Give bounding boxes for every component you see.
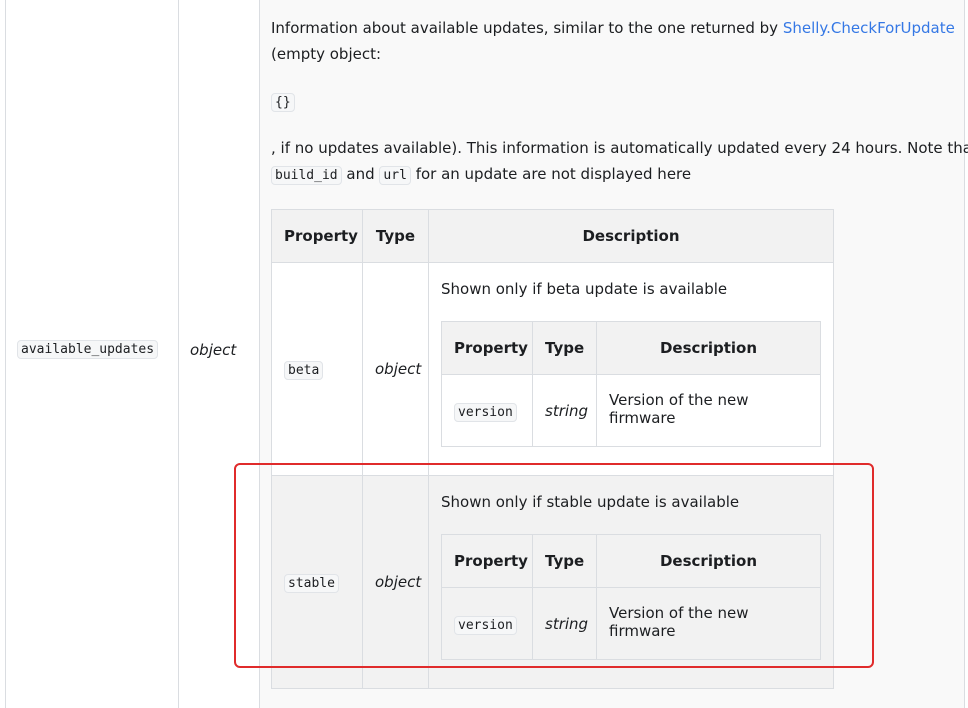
table-row: beta object Shown only if beta update is…	[271, 262, 834, 476]
code-build-id: build_id	[271, 166, 342, 185]
type-object: object	[375, 360, 422, 378]
sub-description: Version of the new firmware	[596, 374, 821, 447]
header-property: Property	[271, 209, 363, 263]
sub-table: Property Type Description version string…	[441, 321, 821, 447]
row-description: Shown only if beta update is available	[441, 280, 728, 298]
description-text: Information about available updates, sim…	[271, 19, 783, 37]
description-line-3: , if no updates available). This informa…	[271, 139, 968, 157]
description-line-1: Information about available updates, sim…	[271, 19, 955, 37]
field-type: object	[190, 341, 237, 359]
sub-table-row: version string Version of the new firmwa…	[441, 374, 821, 447]
sub-header-description: Description	[596, 321, 821, 375]
column-divider	[178, 0, 179, 708]
field-name: available_updates	[17, 340, 159, 359]
code-url: url	[379, 166, 411, 185]
description-line-4: build_id and url for an update are not d…	[271, 165, 692, 185]
description-text-end: for an update are not displayed here	[415, 165, 692, 183]
property-beta: beta	[284, 361, 324, 380]
check-for-update-link[interactable]: Shelly.CheckForUpdate	[783, 19, 955, 37]
table-header-row: Property Type Description	[271, 209, 834, 263]
and-text: and	[346, 165, 375, 183]
code-block: {}	[271, 92, 295, 112]
sub-header-property: Property	[441, 321, 533, 375]
property-version: version	[454, 402, 517, 422]
highlight-box	[234, 463, 874, 668]
description-line-2: (empty object:	[271, 45, 382, 63]
code-empty-object: {}	[271, 93, 295, 112]
type-string: string	[545, 401, 589, 420]
header-type: Type	[362, 209, 429, 263]
sub-header-type: Type	[532, 321, 597, 375]
header-description: Description	[428, 209, 834, 263]
